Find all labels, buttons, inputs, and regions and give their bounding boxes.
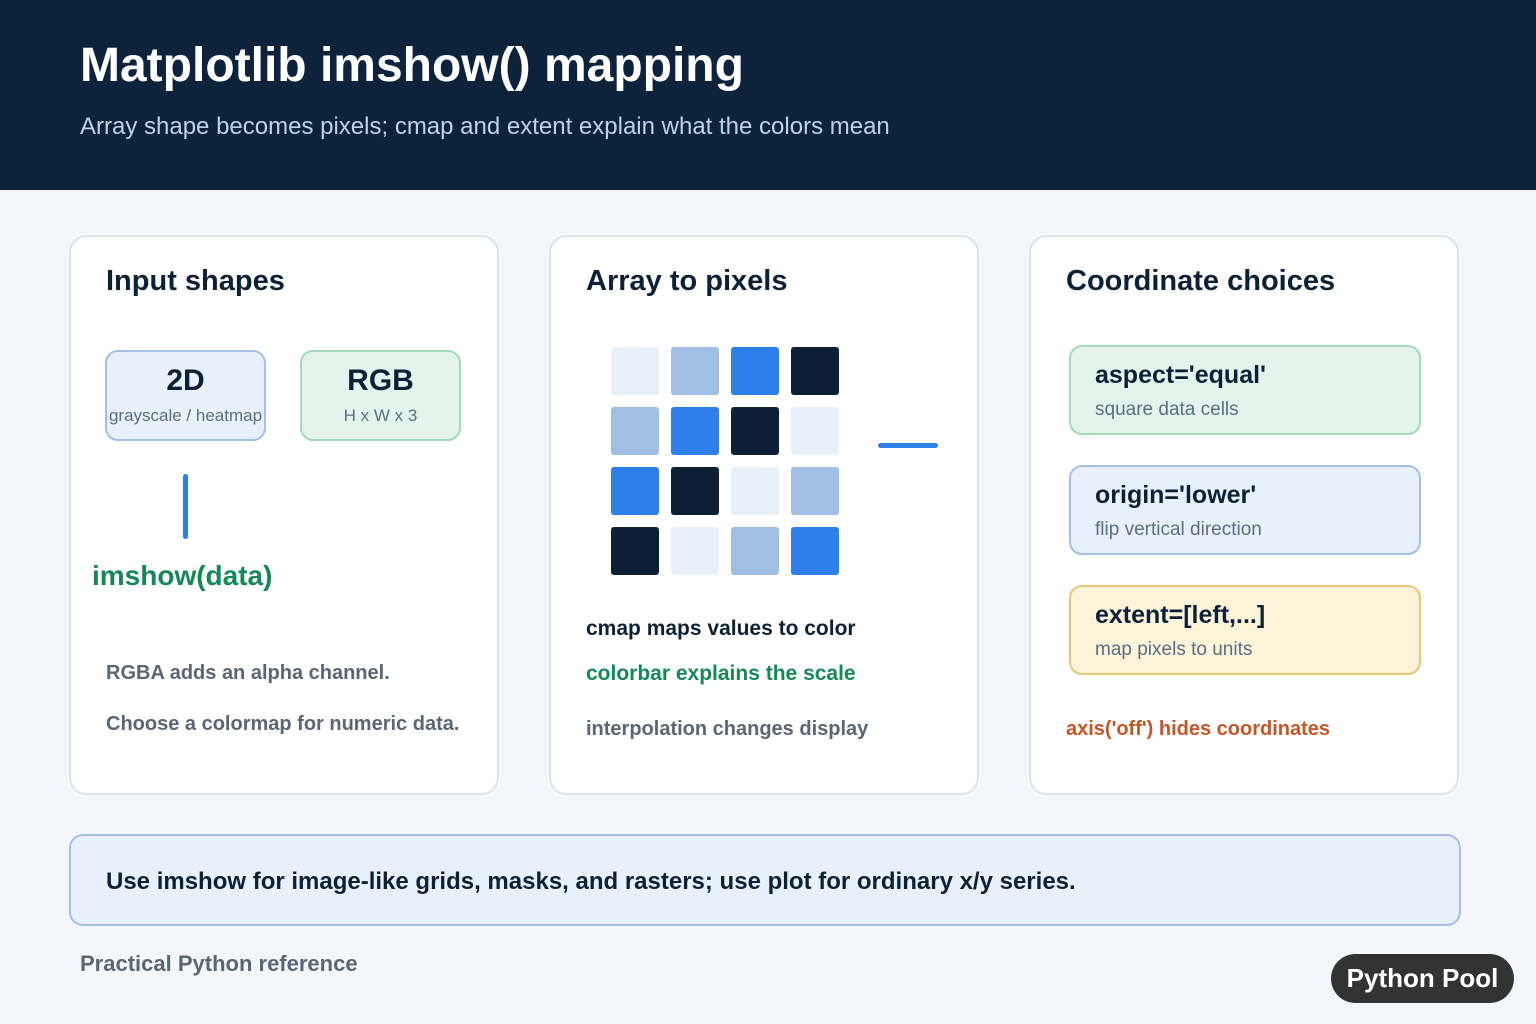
banner-text: Use imshow for image-like grids, masks, … <box>106 868 1076 895</box>
imshow-call-label: imshow(data) <box>92 560 273 591</box>
shape-rgb-label: RGB <box>347 364 414 397</box>
shape-2d-label: 2D <box>166 364 205 397</box>
choice-desc: flip vertical direction <box>1095 519 1262 540</box>
colorbar-note: colorbar explains the scale <box>586 662 856 685</box>
pixel-cell <box>791 467 839 515</box>
pixel-cell <box>611 527 659 575</box>
choice-desc: map pixels to units <box>1095 639 1253 660</box>
card-title: Array to pixels <box>586 265 788 297</box>
coordinate-choices-card: Coordinate choices aspect='equal' square… <box>1029 235 1459 795</box>
input-shapes-card: Input shapes 2D grayscale / heatmap RGB … <box>69 235 499 795</box>
pixel-cell <box>731 467 779 515</box>
pixel-cell <box>791 407 839 455</box>
choice-label: extent=[left,...] <box>1095 601 1266 629</box>
pixel-cell <box>731 347 779 395</box>
card-title: Coordinate choices <box>1066 265 1336 297</box>
pixel-cell <box>671 527 719 575</box>
extent-choice: extent=[left,...] map pixels to units <box>1069 585 1421 675</box>
shape-rgb-desc: H x W x 3 <box>343 406 418 425</box>
summary-banner: Use imshow for image-like grids, masks, … <box>69 834 1461 926</box>
cmap-note: cmap maps values to color <box>586 617 856 640</box>
pixel-cell <box>791 527 839 575</box>
aspect-choice: aspect='equal' square data cells <box>1069 345 1421 435</box>
shape-rgb-box: RGB H x W x 3 <box>300 350 461 441</box>
pixel-cell <box>611 467 659 515</box>
pixel-cell <box>611 347 659 395</box>
choice-desc: square data cells <box>1095 399 1239 420</box>
shape-2d-box: 2D grayscale / heatmap <box>105 350 266 441</box>
choice-label: origin='lower' <box>1095 481 1257 509</box>
array-to-pixels-card: Array to pixels cmap maps values to colo… <box>549 235 979 795</box>
header: Matplotlib imshow() mapping Array shape … <box>0 0 1536 190</box>
origin-choice: origin='lower' flip vertical direction <box>1069 465 1421 555</box>
colormap-note: Choose a colormap for numeric data. <box>106 713 460 735</box>
pixel-cell <box>671 467 719 515</box>
page-subtitle: Array shape becomes pixels; cmap and ext… <box>80 113 890 140</box>
shape-2d-desc: grayscale / heatmap <box>108 406 263 425</box>
pixel-cell <box>731 527 779 575</box>
pixel-cell <box>611 407 659 455</box>
pixel-cell <box>731 407 779 455</box>
brand-logo: Python Pool <box>1331 954 1514 1003</box>
pixel-cell <box>671 347 719 395</box>
flow-connector <box>183 474 188 539</box>
pixel-grid <box>611 347 841 577</box>
footer-reference: Practical Python reference <box>80 951 358 976</box>
pixel-cell <box>671 407 719 455</box>
page-title: Matplotlib imshow() mapping <box>80 39 744 92</box>
choice-label: aspect='equal' <box>1095 361 1266 389</box>
card-title: Input shapes <box>106 265 285 297</box>
axis-off-note: axis('off') hides coordinates <box>1066 718 1331 740</box>
pixel-cell <box>791 347 839 395</box>
colorbar-connector <box>878 443 938 448</box>
rgba-note: RGBA adds an alpha channel. <box>106 662 390 684</box>
interpolation-note: interpolation changes display <box>586 718 869 740</box>
